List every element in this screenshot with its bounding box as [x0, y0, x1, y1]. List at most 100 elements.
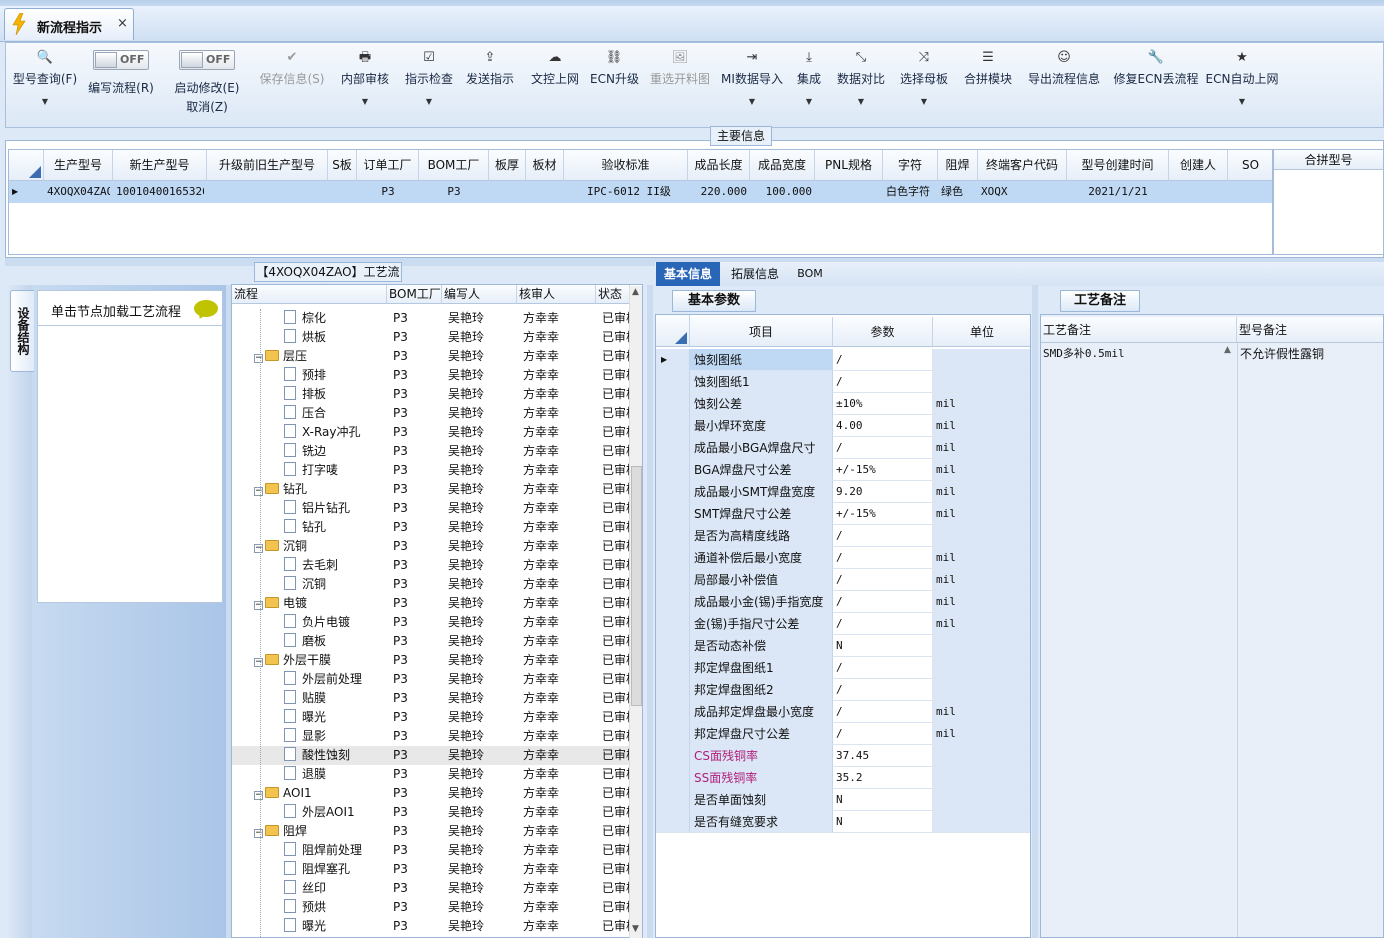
- param-row[interactable]: 成品邦定焊盘最小宽度 / mil: [656, 701, 1030, 723]
- flow-row[interactable]: 打字唛 P3 吴艳玲 方幸幸 已审核: [232, 461, 630, 480]
- toolbar-select-master-button[interactable]: ⤨ 选择母板 ▼: [896, 42, 952, 126]
- flow-row[interactable]: − 钻孔 P3 吴艳玲 方幸幸 已审核: [232, 480, 630, 499]
- flow-node[interactable]: − 外层干膜: [254, 651, 331, 670]
- flow-row[interactable]: X-Ray冲孔 P3 吴艳玲 方幸幸 已审核: [232, 423, 630, 442]
- main-cell[interactable]: XOQX: [981, 181, 1064, 203]
- main-cell[interactable]: 100.000: [753, 181, 812, 203]
- param-row[interactable]: SS面残铜率 35.2: [656, 767, 1030, 789]
- main-cell[interactable]: [210, 181, 325, 203]
- flow-node[interactable]: 外层前处理: [284, 670, 362, 689]
- flow-row[interactable]: − 外层干膜 P3 吴艳玲 方幸幸 已审核: [232, 651, 630, 670]
- main-col-header[interactable]: SO: [1228, 150, 1272, 181]
- flow-row[interactable]: − 层压 P3 吴艳玲 方幸幸 已审核: [232, 347, 630, 366]
- param-row[interactable]: 蚀刻图纸1/: [656, 371, 1030, 393]
- param-value[interactable]: +/-15%: [833, 503, 933, 525]
- toolbar-mi-import-button[interactable]: ⇥ MI数据导入 ▼: [718, 42, 786, 126]
- flow-node[interactable]: 沉铜: [284, 575, 326, 594]
- flow-node[interactable]: 阻焊前处理: [284, 841, 362, 860]
- instruction-check-dropdown-icon[interactable]: ▼: [400, 97, 458, 106]
- scroll-up-icon[interactable]: ▲: [632, 287, 639, 297]
- param-value[interactable]: N: [833, 789, 933, 811]
- flow-node[interactable]: 铝片钻孔: [284, 499, 350, 518]
- toolbar-instruction-check-button[interactable]: ☑ 指示检查 ▼: [400, 42, 458, 126]
- param-row[interactable]: ▶ 蚀刻图纸 /: [656, 349, 1030, 371]
- flow-row[interactable]: 阻焊塞孔 P3 吴艳玲 方幸幸 已审核: [232, 860, 630, 879]
- main-col-header[interactable]: 升级前旧生产型号: [207, 150, 328, 181]
- flow-row[interactable]: 预排 P3 吴艳玲 方幸幸 已审核: [232, 366, 630, 385]
- flow-node[interactable]: 钻孔: [284, 518, 326, 537]
- flow-node[interactable]: − 沉铜: [254, 537, 307, 556]
- collapse-icon[interactable]: −: [254, 829, 263, 838]
- flow-col-header[interactable]: 流程: [232, 285, 387, 304]
- flow-row[interactable]: 排板 P3 吴艳玲 方幸幸 已审核: [232, 385, 630, 404]
- param-value[interactable]: N: [833, 635, 933, 657]
- param-col-header[interactable]: 项目: [690, 317, 833, 347]
- flow-row[interactable]: 曝光 P3 吴艳玲 方幸幸 已审核: [232, 917, 630, 936]
- flow-node[interactable]: X-Ray冲孔: [284, 423, 360, 442]
- collapse-icon[interactable]: −: [254, 658, 263, 667]
- collapse-icon[interactable]: −: [254, 791, 263, 800]
- flow-col-header[interactable]: BOM工厂: [387, 285, 442, 304]
- param-row[interactable]: SMT焊盘尺寸公差 +/-15% mil: [656, 503, 1030, 525]
- flow-row[interactable]: 钻孔 P3 吴艳玲 方幸幸 已审核: [232, 518, 630, 537]
- main-cell[interactable]: P3: [360, 181, 416, 203]
- close-icon[interactable]: ×: [117, 16, 128, 31]
- main-col-header[interactable]: 验收标准: [564, 150, 688, 181]
- main-col-header[interactable]: 生产型号: [44, 150, 113, 181]
- toolbar-export-flow-button[interactable]: ☺ 导出流程信息: [1022, 42, 1106, 126]
- param-value[interactable]: ±10%: [833, 393, 933, 415]
- tree-scrollbar[interactable]: ▲ ▼: [629, 286, 642, 938]
- model-note-cell[interactable]: 不允许假性露铜: [1240, 345, 1324, 362]
- vertical-splitter-right[interactable]: [1032, 285, 1038, 938]
- flow-node[interactable]: 负片电镀: [284, 613, 350, 632]
- main-cell[interactable]: [331, 181, 354, 203]
- param-value[interactable]: /: [833, 569, 933, 591]
- flow-row[interactable]: 丝印 P3 吴艳玲 方幸幸 已审核: [232, 879, 630, 898]
- flow-row[interactable]: 预烘 P3 吴艳玲 方幸幸 已审核: [232, 898, 630, 917]
- flow-node[interactable]: 打字唛: [284, 461, 338, 480]
- flow-row[interactable]: 外层AOI1 P3 吴艳玲 方幸幸 已审核: [232, 803, 630, 822]
- param-value[interactable]: /: [833, 613, 933, 635]
- flow-node[interactable]: − AOI1: [254, 784, 312, 803]
- param-row[interactable]: 最小焊环宽度 4.00 mil: [656, 415, 1030, 437]
- tab-bom[interactable]: BOM: [790, 262, 830, 286]
- param-row[interactable]: 邦定焊盘图纸2/: [656, 679, 1030, 701]
- param-value[interactable]: /: [833, 657, 933, 679]
- flow-col-header[interactable]: 状态: [596, 285, 630, 304]
- main-col-header[interactable]: 成品宽度: [750, 150, 815, 181]
- flow-node[interactable]: 贴膜: [284, 689, 326, 708]
- collapse-icon[interactable]: −: [254, 354, 263, 363]
- main-col-header[interactable]: 新生产型号: [113, 150, 207, 181]
- node-tree-area[interactable]: [37, 326, 223, 603]
- main-cell[interactable]: [818, 181, 880, 203]
- model-query-dropdown-icon[interactable]: ▼: [10, 97, 80, 106]
- flow-node[interactable]: 显影: [284, 727, 326, 746]
- param-row[interactable]: 通道补偿后最小宽度 / mil: [656, 547, 1030, 569]
- param-row[interactable]: 蚀刻公差 ±10% mil: [656, 393, 1030, 415]
- ecn-auto-upload-dropdown-icon[interactable]: ▼: [1204, 97, 1280, 106]
- param-value[interactable]: /: [833, 349, 933, 371]
- param-value[interactable]: /: [833, 547, 933, 569]
- toolbar-integrate-button[interactable]: ⤓ 集成 ▼: [794, 42, 824, 126]
- flow-row[interactable]: 去毛刺 P3 吴艳玲 方幸幸 已审核: [232, 556, 630, 575]
- param-row[interactable]: 局部最小补偿值 / mil: [656, 569, 1030, 591]
- flow-row[interactable]: 沉铜 P3 吴艳玲 方幸幸 已审核: [232, 575, 630, 594]
- main-cell[interactable]: 10010400165326: [116, 181, 204, 203]
- param-col-header[interactable]: 参数: [833, 317, 933, 347]
- param-row[interactable]: 是否单面蚀刻 N: [656, 789, 1030, 811]
- flow-row[interactable]: 压合 P3 吴艳玲 方幸幸 已审核: [232, 404, 630, 423]
- toolbar-ecn-auto-upload-button[interactable]: ★ ECN自动上网 ▼: [1204, 42, 1280, 126]
- main-cell[interactable]: [1231, 181, 1271, 203]
- flow-row[interactable]: − 阻焊 P3 吴艳玲 方幸幸 已审核: [232, 822, 630, 841]
- toolbar-model-query-button[interactable]: 🔍 型号查询(F) ▼: [10, 42, 80, 126]
- param-value[interactable]: /: [833, 525, 933, 547]
- param-value[interactable]: /: [833, 591, 933, 613]
- main-cell[interactable]: 白色字符: [886, 181, 935, 203]
- main-col-header[interactable]: PNL规格: [815, 150, 883, 181]
- flow-row[interactable]: 磨板 P3 吴艳玲 方幸幸 已审核: [232, 632, 630, 651]
- tree-load-header[interactable]: 单击节点加载工艺流程: [37, 290, 223, 326]
- main-col-header[interactable]: 板厚: [489, 150, 526, 181]
- flow-row[interactable]: 显影 P3 吴艳玲 方幸幸 已审核: [232, 727, 630, 746]
- param-value[interactable]: N: [833, 811, 933, 833]
- param-row[interactable]: BGA焊盘尺寸公差 +/-15% mil: [656, 459, 1030, 481]
